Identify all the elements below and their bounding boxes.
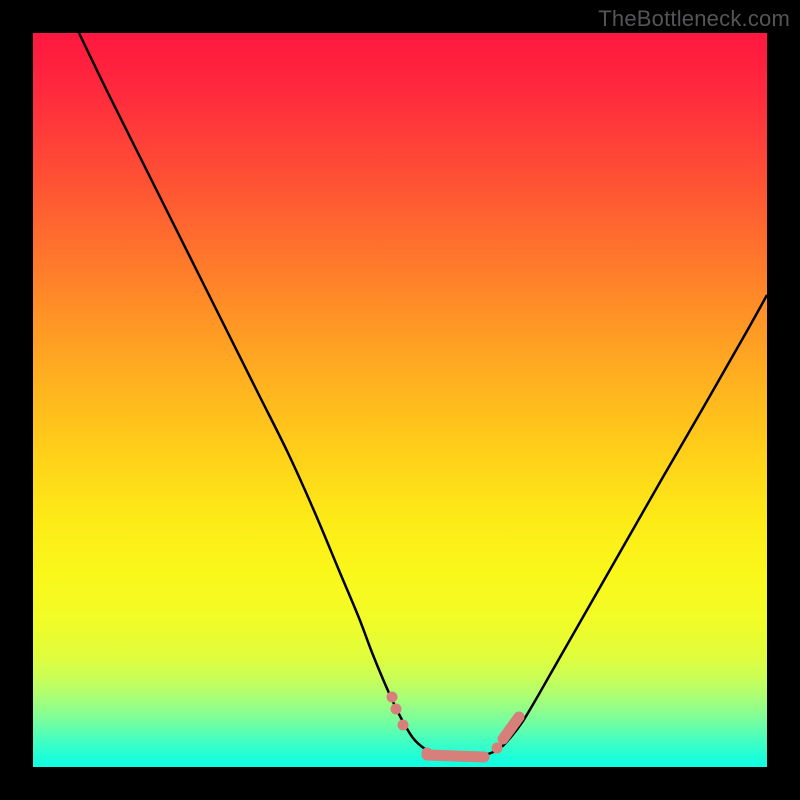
watermark-text: TheBottleneck.com	[598, 6, 790, 32]
marker-group	[392, 697, 519, 757]
curve-marker	[503, 717, 519, 739]
bottleneck-curve	[79, 33, 767, 758]
curve-layer	[33, 33, 767, 767]
plot-area	[33, 33, 767, 767]
curve-marker	[427, 755, 484, 757]
chart-frame: TheBottleneck.com	[0, 0, 800, 800]
